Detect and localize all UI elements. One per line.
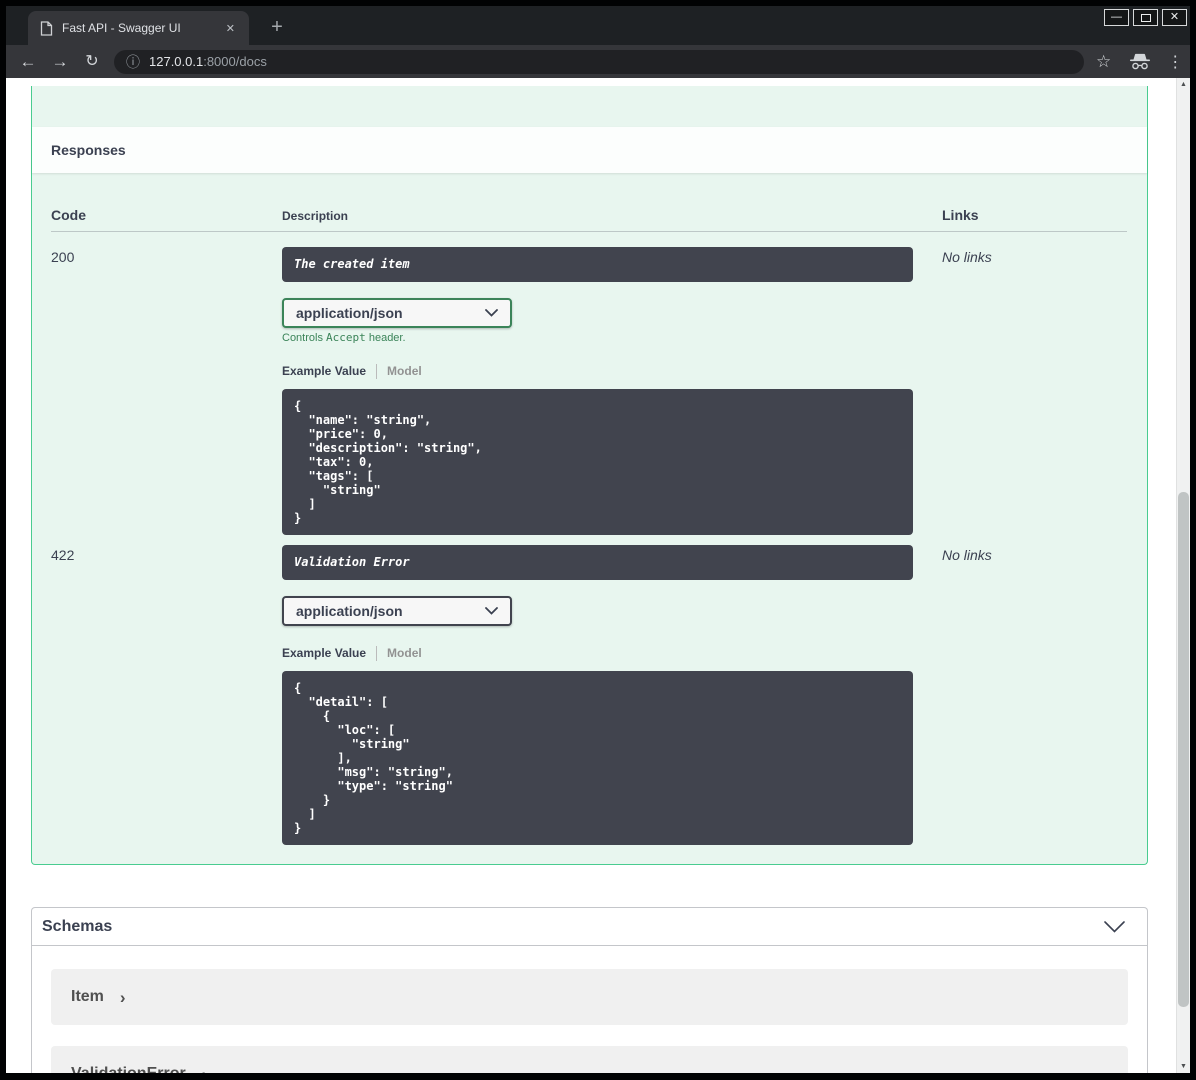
response-links: No links xyxy=(942,547,992,563)
tab-close-icon[interactable]: ✕ xyxy=(222,20,239,37)
page-icon xyxy=(40,20,53,36)
maximize-button[interactable] xyxy=(1133,9,1158,26)
chevron-down-icon xyxy=(485,607,498,615)
schemas-header[interactable]: Schemas xyxy=(32,908,1147,946)
chevron-down-icon[interactable] xyxy=(1104,920,1125,933)
scroll-up-icon[interactable]: ▲ xyxy=(1177,81,1190,88)
example-code-block: { "name": "string", "price": 0, "descrip… xyxy=(282,389,913,535)
forward-button[interactable]: → xyxy=(48,53,72,70)
response-row-422: 422 Validation Error application/json Ex… xyxy=(51,535,1127,845)
url-path: :8000/docs xyxy=(203,54,267,69)
address-bar[interactable]: ⓘ 127.0.0.1:8000/docs xyxy=(114,49,1084,74)
maximize-icon xyxy=(1140,13,1151,22)
accept-note-pre: Controls xyxy=(282,332,327,344)
chevron-right-icon: › xyxy=(202,1066,208,1074)
swagger-page: Responses Code Description Links 200 The… xyxy=(6,78,1176,1073)
window-controls: — ✕ xyxy=(1104,9,1187,26)
tab-title: Fast API - Swagger UI xyxy=(62,21,181,35)
response-description: Validation Error xyxy=(282,545,913,580)
operation-block: Responses Code Description Links 200 The… xyxy=(31,86,1148,865)
model-validationerror[interactable]: ValidationError › xyxy=(51,1046,1128,1073)
example-model-tabs: Example Value Model xyxy=(282,364,913,379)
example-json: { "name": "string", "price": 0, "descrip… xyxy=(294,399,482,525)
model-name: Item xyxy=(71,988,104,1005)
chevron-right-icon: › xyxy=(119,987,126,1007)
response-links: No links xyxy=(942,249,992,265)
responses-title: Responses xyxy=(51,142,126,158)
tab-model[interactable]: Model xyxy=(387,646,422,661)
responses-table: Code Description Links 200 The created i… xyxy=(32,173,1147,864)
response-description-col: The created item application/json Contro… xyxy=(282,247,913,535)
scrollbar-thumb[interactable] xyxy=(1178,492,1189,1007)
header-code: Code xyxy=(51,207,86,223)
response-description-col: Validation Error application/json Exampl… xyxy=(282,545,913,845)
close-window-button[interactable]: ✕ xyxy=(1162,9,1187,26)
browser-tab[interactable]: Fast API - Swagger UI ✕ xyxy=(28,11,249,45)
response-code: 422 xyxy=(51,547,75,563)
chevron-down-icon xyxy=(485,309,498,317)
schemas-section: Schemas Item › ValidationError › xyxy=(31,907,1148,1073)
url-text: 127.0.0.1:8000/docs xyxy=(149,54,267,69)
tab-model[interactable]: Model xyxy=(387,364,422,379)
model-name: ValidationError xyxy=(71,1065,186,1073)
tab-example-value[interactable]: Example Value xyxy=(282,646,378,661)
response-description: The created item xyxy=(282,247,913,282)
response-code: 200 xyxy=(51,249,75,265)
schemas-title: Schemas xyxy=(42,917,113,935)
scroll-down-icon[interactable]: ▼ xyxy=(1177,1063,1190,1070)
url-host: 127.0.0.1 xyxy=(149,54,204,69)
back-button[interactable]: ← xyxy=(16,53,40,70)
new-tab-button[interactable]: + xyxy=(264,15,290,41)
example-model-tabs: Example Value Model xyxy=(282,646,913,661)
accept-header-note: Controls Accept header. xyxy=(282,331,913,344)
page-scrollbar[interactable]: ▲ ▼ xyxy=(1176,78,1190,1073)
media-type-value: application/json xyxy=(296,305,403,321)
browser-menu-icon[interactable]: ⋮ xyxy=(1167,52,1183,72)
bookmark-star-icon[interactable]: ☆ xyxy=(1096,52,1111,72)
model-item[interactable]: Item › xyxy=(51,969,1128,1025)
response-row-200: 200 The created item application/json Co… xyxy=(51,232,1127,535)
responses-section-header: Responses xyxy=(32,127,1147,173)
media-type-select[interactable]: application/json xyxy=(282,596,512,626)
header-links: Links xyxy=(942,207,979,223)
browser-window: Fast API - Swagger UI ✕ + — ✕ ← → ↻ ⓘ 12… xyxy=(0,0,1196,1080)
reload-button[interactable]: ↻ xyxy=(80,53,104,70)
minimize-button[interactable]: — xyxy=(1104,9,1129,26)
responses-table-header: Code Description Links xyxy=(51,207,1127,232)
example-code-block: { "detail": [ { "loc": [ "string" ], "ms… xyxy=(282,671,913,845)
header-description: Description xyxy=(282,209,349,223)
tab-example-value[interactable]: Example Value xyxy=(282,364,378,379)
accept-note-code: Accept xyxy=(326,331,366,344)
accept-note-post: header. xyxy=(365,332,406,344)
site-info-icon[interactable]: ⓘ xyxy=(126,52,140,72)
example-json: { "detail": [ { "loc": [ "string" ], "ms… xyxy=(294,681,453,835)
browser-toolbar: ← → ↻ ⓘ 127.0.0.1:8000/docs ☆ ⋮ xyxy=(6,45,1190,78)
media-type-value: application/json xyxy=(296,603,403,619)
tab-bar: Fast API - Swagger UI ✕ + — ✕ xyxy=(6,6,1190,45)
opblock-body-spacer xyxy=(32,86,1147,127)
media-type-select[interactable]: application/json xyxy=(282,298,512,328)
incognito-icon xyxy=(1130,53,1151,70)
